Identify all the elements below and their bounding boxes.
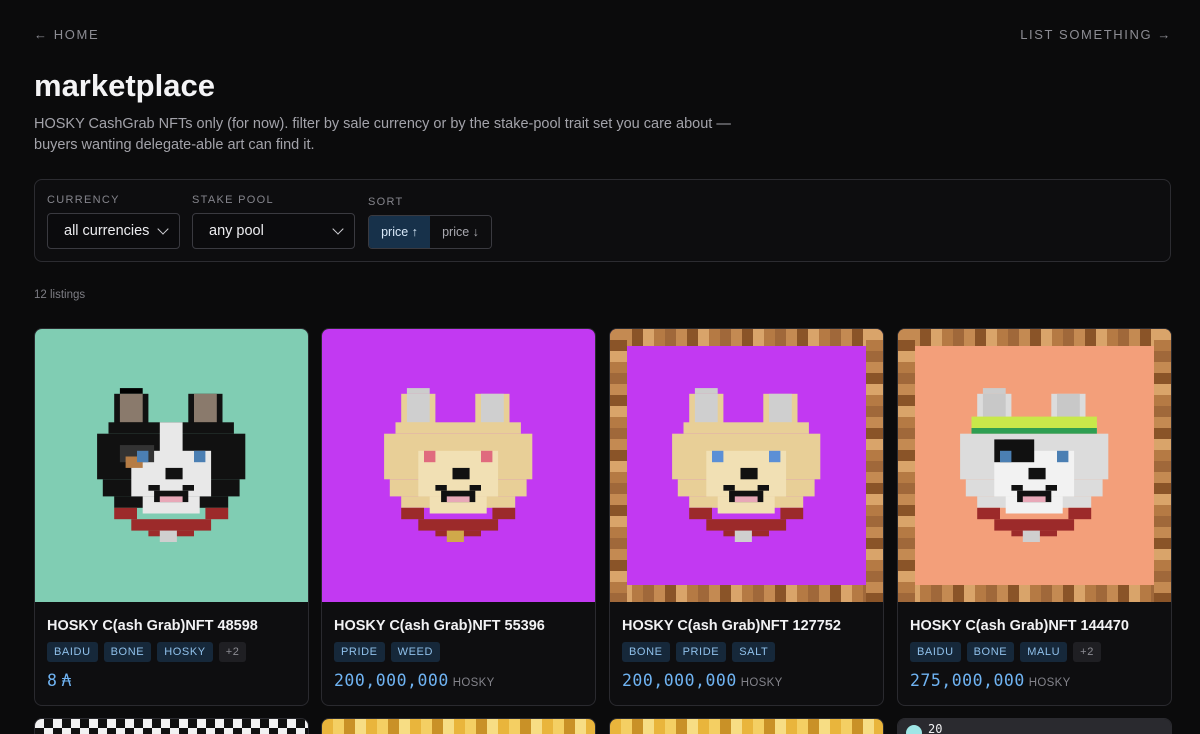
trait-tag: BONE — [103, 642, 152, 662]
listing-price: 200,000,000 HOSKY — [622, 671, 783, 690]
listing-price: 8 ₳ — [47, 671, 72, 690]
listing-card[interactable]: 20 — [897, 718, 1172, 734]
listing-card[interactable]: HOSKY C(ash Grab)NFT 127752 BONE PRIDE SALT… — [609, 328, 884, 706]
listing-price: 275,000,000 HOSKY — [910, 671, 1071, 690]
home-link[interactable]: ← HOME — [34, 27, 99, 42]
currency-select-value: all currencies — [64, 223, 150, 239]
trait-tag: WEED — [390, 642, 441, 662]
trait-tags: BAIDU BONE MALU +2 — [910, 642, 1101, 662]
page-title: marketplace — [34, 68, 215, 103]
list-something-link[interactable]: LIST SOMETHING → — [1020, 27, 1172, 42]
stake-pool-select[interactable]: any pool — [192, 213, 355, 249]
nft-image — [610, 329, 883, 602]
trait-tag: MALU — [1020, 642, 1068, 662]
listing-title: HOSKY C(ash Grab)NFT 48598 — [47, 618, 258, 634]
currency-filter: CURRENCY all currencies — [47, 194, 180, 249]
sort-label: SORT — [368, 196, 404, 208]
listing-card[interactable] — [321, 718, 596, 734]
listing-title: HOSKY C(ash Grab)NFT 127752 — [622, 618, 841, 634]
badge-number: 20 — [928, 722, 943, 734]
price-value: 275,000,000 — [910, 671, 1025, 690]
listing-card[interactable]: HOSKY C(ash Grab)NFT 55396 PRIDE WEED 200,0… — [321, 328, 596, 706]
chevron-down-icon — [157, 222, 169, 235]
trait-tag: BONE — [622, 642, 670, 662]
trait-tag: BONE — [966, 642, 1015, 662]
trait-tag: BAIDU — [910, 642, 961, 662]
trait-tag: PRIDE — [334, 642, 385, 662]
page-description: HOSKY CashGrab NFTs only (for now). filt… — [34, 116, 731, 153]
nft-pixel-art — [35, 719, 308, 734]
nft-pixel-art — [610, 329, 883, 602]
nft-image — [898, 329, 1171, 602]
nft-pixel-art — [610, 719, 883, 734]
price-unit: HOSKY — [452, 677, 495, 689]
trait-tag: HOSKY — [157, 642, 213, 662]
nft-pixel-art — [35, 329, 308, 602]
trait-tags: PRIDE WEED — [334, 642, 441, 662]
nft-pixel-art — [898, 329, 1171, 602]
price-unit: HOSKY — [1028, 677, 1071, 689]
sort-price-desc-button[interactable]: price ↓ — [430, 216, 491, 248]
listing-title: HOSKY C(ash Grab)NFT 55396 — [334, 618, 545, 634]
stake-pool-label: STAKE POOL — [192, 194, 274, 206]
listing-card[interactable]: HOSKY C(ash Grab)NFT 48598 BAIDU BONE HOSKY… — [34, 328, 309, 706]
sort-price-asc-button[interactable]: price ↑ — [369, 216, 430, 248]
listing-card[interactable] — [609, 718, 884, 734]
price-value: 200,000,000 — [334, 671, 449, 690]
trait-tag: BAIDU — [47, 642, 98, 662]
price-unit: ₳ — [61, 671, 72, 690]
trait-tag: PRIDE — [675, 642, 727, 662]
listing-card[interactable] — [34, 718, 309, 734]
currency-label: CURRENCY — [47, 194, 120, 206]
listing-card[interactable]: HOSKY C(ash Grab)NFT 144470 BAIDU BONE MALU… — [897, 328, 1172, 706]
nft-image — [35, 329, 308, 602]
nft-pixel-art — [322, 719, 595, 734]
nft-image — [322, 329, 595, 602]
more-traits-badge: +2 — [1073, 642, 1101, 662]
price-unit: HOSKY — [740, 677, 783, 689]
stake-pool-filter: STAKE POOL any pool — [192, 194, 355, 249]
price-value: 8 — [47, 671, 58, 690]
listing-price: 200,000,000 HOSKY — [334, 671, 495, 690]
nft-pixel-art — [322, 329, 595, 602]
sort-group: SORT price ↑ price ↓ — [368, 196, 492, 249]
listing-title: HOSKY C(ash Grab)NFT 144470 — [910, 618, 1129, 634]
filter-panel: CURRENCY all currencies STAKE POOL any p… — [34, 179, 1171, 262]
stake-pool-select-value: any pool — [209, 223, 264, 239]
price-value: 200,000,000 — [622, 671, 737, 690]
trait-tags: BONE PRIDE SALT — [622, 642, 776, 662]
trait-tag: SALT — [732, 642, 776, 662]
sort-toggle: price ↑ price ↓ — [368, 215, 492, 249]
chevron-down-icon — [332, 222, 344, 235]
currency-select[interactable]: all currencies — [47, 213, 180, 249]
listing-count: 12 listings — [34, 289, 86, 301]
more-traits-badge: +2 — [218, 642, 247, 662]
trait-tags: BAIDU BONE HOSKY +2 — [47, 642, 247, 662]
